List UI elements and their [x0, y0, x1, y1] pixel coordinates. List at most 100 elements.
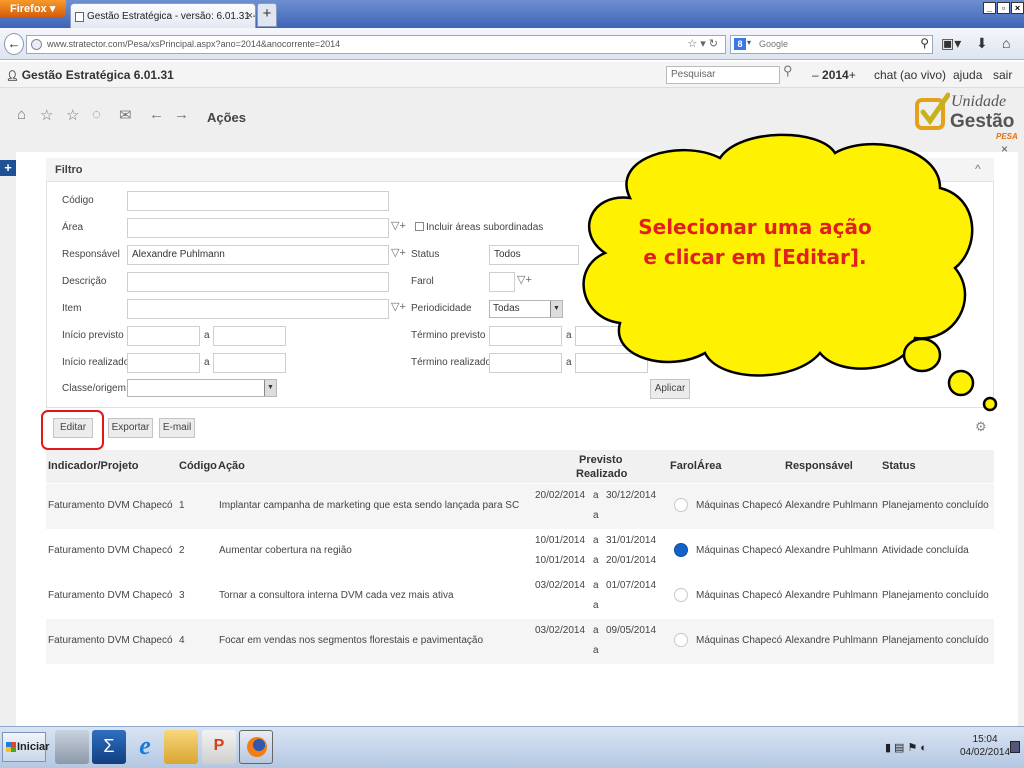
chevron-down-icon[interactable]: ▼ [550, 301, 562, 317]
cell-status: Planejamento concluído [882, 590, 989, 601]
back-arrow-icon[interactable]: ← [149, 106, 164, 123]
download-icon[interactable]: ⬇ [976, 35, 988, 52]
start-button[interactable]: Iniciar [2, 732, 50, 762]
home-icon[interactable]: ⌂ [1002, 35, 1010, 51]
col-realizado[interactable]: Realizado [576, 468, 627, 480]
windows-logo-icon [6, 742, 16, 752]
email-button[interactable]: E-mail [159, 418, 195, 438]
back-arrow-icon[interactable]: ← [4, 33, 24, 55]
col-farol[interactable]: Farol [670, 460, 697, 472]
col-responsavel[interactable]: Responsável [785, 460, 853, 472]
page-title: Ações [207, 110, 247, 125]
col-codigo[interactable]: Código [179, 460, 217, 472]
classe-origem-select[interactable]: ▼ [127, 379, 277, 397]
cell-previsto-inicio: 20/02/2014 [535, 490, 586, 501]
periodicidade-select[interactable]: Todas ▼ [489, 300, 563, 318]
app-search-input[interactable]: Pesquisar [666, 66, 780, 84]
home-icon[interactable]: ⌂ [17, 106, 26, 123]
internet-explorer-icon[interactable]: e [128, 730, 162, 764]
responsavel-input[interactable]: Alexandre Puhlmann [127, 245, 389, 265]
new-tab-button[interactable]: + [257, 3, 277, 27]
cell-acao: Tornar a consultora interna DVM cada vez… [219, 590, 454, 601]
col-status[interactable]: Status [882, 460, 916, 472]
filter-funnel-icon[interactable]: ▽+ [391, 246, 406, 259]
restore-icon[interactable]: ▫ [997, 2, 1010, 14]
browser-tab[interactable]: Gestão Estratégica - versão: 6.01.31 - L… [70, 3, 256, 28]
col-previsto[interactable]: Previsto [579, 454, 622, 466]
chevron-down-icon[interactable]: ▼ [264, 380, 276, 396]
termino-realizado-from-input[interactable] [489, 353, 562, 373]
help-link[interactable]: ajuda [953, 68, 982, 82]
powershell-icon[interactable]: Σ [92, 730, 126, 764]
year-selector[interactable]: – 2014+ [812, 68, 856, 82]
start-label: Iniciar [17, 741, 50, 753]
descricao-input[interactable] [127, 272, 389, 292]
cell-responsavel: Alexandre Puhlmann [785, 500, 878, 511]
range-separator: a [204, 357, 210, 368]
year-prev-button[interactable]: – [812, 68, 819, 82]
inicio-previsto-to-input[interactable] [213, 326, 286, 346]
logout-link[interactable]: sair [993, 68, 1012, 82]
bookmarks-menu-icon[interactable]: ▣▾ [941, 35, 961, 52]
col-acao[interactable]: Ação [218, 460, 245, 472]
inicio-previsto-label: Início previsto [62, 330, 124, 341]
cell-area: Máquinas Chapecó [696, 545, 783, 556]
status-select[interactable]: Todos [489, 245, 579, 265]
tab-title: Gestão Estratégica - versão: 6.01.31 - L… [87, 11, 256, 22]
cell-previsto-inicio: 03/02/2014 [535, 580, 586, 591]
col-indicador[interactable]: Indicador/Projeto [48, 460, 138, 472]
app-title-text: Gestão Estratégica 6.01.31 [21, 68, 174, 82]
mail-icon[interactable]: ✉ [119, 106, 132, 124]
tray-icons[interactable]: ▮▤⚑◐ [885, 741, 930, 754]
firefox-logo-icon [247, 737, 267, 757]
termino-previsto-label: Término previsto [411, 330, 486, 341]
inicio-realizado-to-input[interactable] [213, 353, 286, 373]
inicio-realizado-label: Início realizado [62, 357, 130, 368]
system-clock[interactable]: 15:04 04/02/2014 [960, 733, 1010, 759]
server-manager-icon[interactable] [55, 730, 89, 764]
cell-responsavel: Alexandre Puhlmann [785, 590, 878, 601]
filter-funnel-icon[interactable]: ▽+ [391, 219, 406, 232]
bookmark-star-icon[interactable]: ☆▾↻ [687, 37, 721, 50]
incluir-areas-checkbox[interactable] [415, 222, 424, 231]
year-next-button[interactable]: + [849, 68, 856, 82]
chevron-down-icon[interactable]: ▾ [747, 38, 751, 47]
responsavel-label: Responsável [62, 249, 120, 260]
google-icon: 8 [734, 38, 746, 50]
url-text: www.stratector.com/Pesa/xsPrincipal.aspx… [47, 39, 341, 49]
tab-close-icon[interactable]: × [247, 10, 253, 22]
export-button[interactable]: Exportar [108, 418, 153, 438]
codigo-input[interactable] [127, 191, 389, 211]
star-icon[interactable]: ☆ [66, 106, 79, 124]
minimize-icon[interactable]: _ [983, 2, 996, 14]
address-bar[interactable]: www.stratector.com/Pesa/xsPrincipal.aspx… [26, 35, 726, 54]
cell-codigo: 4 [179, 635, 185, 646]
cell-previsto-inicio: 03/02/2014 [535, 625, 586, 636]
col-area[interactable]: Área [697, 460, 721, 472]
gear-icon[interactable]: ⚙ [975, 419, 987, 435]
powerpoint-icon[interactable]: P [202, 730, 236, 764]
cell-responsavel: Alexandre Puhlmann [785, 635, 878, 646]
inicio-previsto-from-input[interactable] [127, 326, 200, 346]
search-icon[interactable]: ⚲ [783, 63, 793, 79]
firefox-menu-button[interactable]: Firefox ▾ [0, 0, 66, 17]
close-window-icon[interactable]: × [1011, 2, 1024, 14]
filter-funnel-icon[interactable]: ▽+ [391, 300, 406, 313]
show-desktop-icon[interactable] [1010, 741, 1020, 753]
forward-arrow-icon[interactable]: → [174, 106, 189, 123]
filter-funnel-icon[interactable]: ▽+ [517, 273, 532, 286]
chat-link[interactable]: chat (ao vivo) [874, 68, 946, 82]
browser-search-field[interactable]: 8 ▾ Google ⚲ [730, 35, 933, 54]
firefox-taskbar-icon[interactable] [239, 730, 273, 764]
expand-menu-button[interactable]: + [0, 160, 16, 176]
close-icon[interactable]: × [1001, 142, 1008, 156]
folder-icon[interactable] [164, 730, 198, 764]
area-input[interactable] [127, 218, 389, 238]
farol-input[interactable] [489, 272, 515, 292]
favorite-add-icon[interactable]: ☆ [40, 106, 53, 124]
item-input[interactable] [127, 299, 389, 319]
search-icon[interactable]: ⚲ [920, 36, 929, 50]
termino-previsto-from-input[interactable] [489, 326, 562, 346]
comment-icon[interactable]: ◌ [92, 106, 101, 123]
inicio-realizado-from-input[interactable] [127, 353, 200, 373]
